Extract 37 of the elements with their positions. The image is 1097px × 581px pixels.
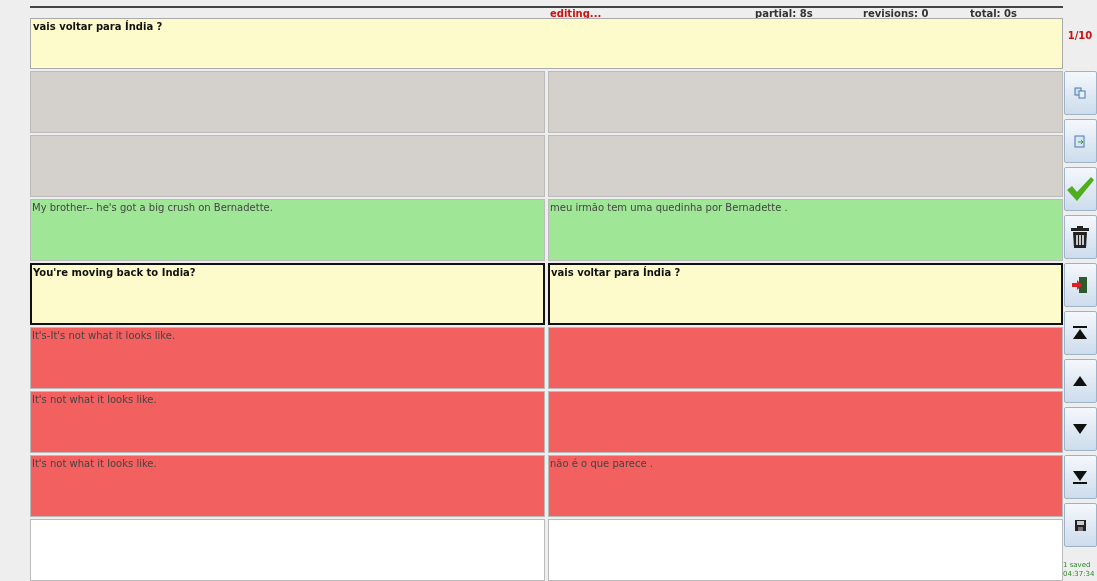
- up-arrow-icon: [1073, 376, 1087, 386]
- source-cell[interactable]: [30, 519, 545, 581]
- down-button[interactable]: [1063, 407, 1097, 451]
- target-cell[interactable]: [548, 71, 1063, 133]
- save-button[interactable]: [1063, 503, 1097, 547]
- trash-icon: [1070, 226, 1090, 248]
- down-arrow-icon: [1073, 424, 1087, 434]
- exit-button[interactable]: [1063, 263, 1097, 307]
- revisions-count: revisions: 0: [863, 8, 930, 20]
- save-icon: [1074, 519, 1086, 531]
- first-button[interactable]: [1063, 311, 1097, 355]
- editor-field[interactable]: vais voltar para Índia ?: [30, 18, 1063, 69]
- total-time: total: 0s: [970, 8, 1017, 20]
- copy-button[interactable]: [1063, 71, 1097, 115]
- target-cell[interactable]: [548, 519, 1063, 581]
- target-cell[interactable]: [548, 391, 1063, 453]
- segment-counter: 1/10: [1067, 29, 1093, 43]
- jump-bottom-icon: [1073, 470, 1087, 484]
- source-cell[interactable]: [30, 135, 545, 197]
- partial-time: partial: 8s: [755, 8, 814, 20]
- paste-button[interactable]: [1063, 119, 1097, 163]
- target-cell[interactable]: [548, 327, 1063, 389]
- last-button[interactable]: [1063, 455, 1097, 499]
- target-cell[interactable]: vais voltar para Índia ?: [548, 263, 1063, 325]
- door-arrow-icon: [1072, 276, 1088, 294]
- checkmark-icon: [1065, 176, 1095, 202]
- target-cell[interactable]: [548, 135, 1063, 197]
- editing-status: editing...: [550, 8, 603, 20]
- source-cell[interactable]: [30, 71, 545, 133]
- source-cell[interactable]: My brother-- he's got a big crush on Bernadette.: [30, 199, 545, 261]
- source-cell[interactable]: You're moving back to India?: [30, 263, 545, 325]
- copy-icon: [1074, 87, 1086, 99]
- up-button[interactable]: [1063, 359, 1097, 403]
- target-cell[interactable]: meu irmão tem uma quedinha por Bernadette .: [548, 199, 1063, 261]
- jump-top-icon: [1073, 326, 1087, 340]
- delete-button[interactable]: [1063, 215, 1097, 259]
- document-icon: [1074, 134, 1086, 148]
